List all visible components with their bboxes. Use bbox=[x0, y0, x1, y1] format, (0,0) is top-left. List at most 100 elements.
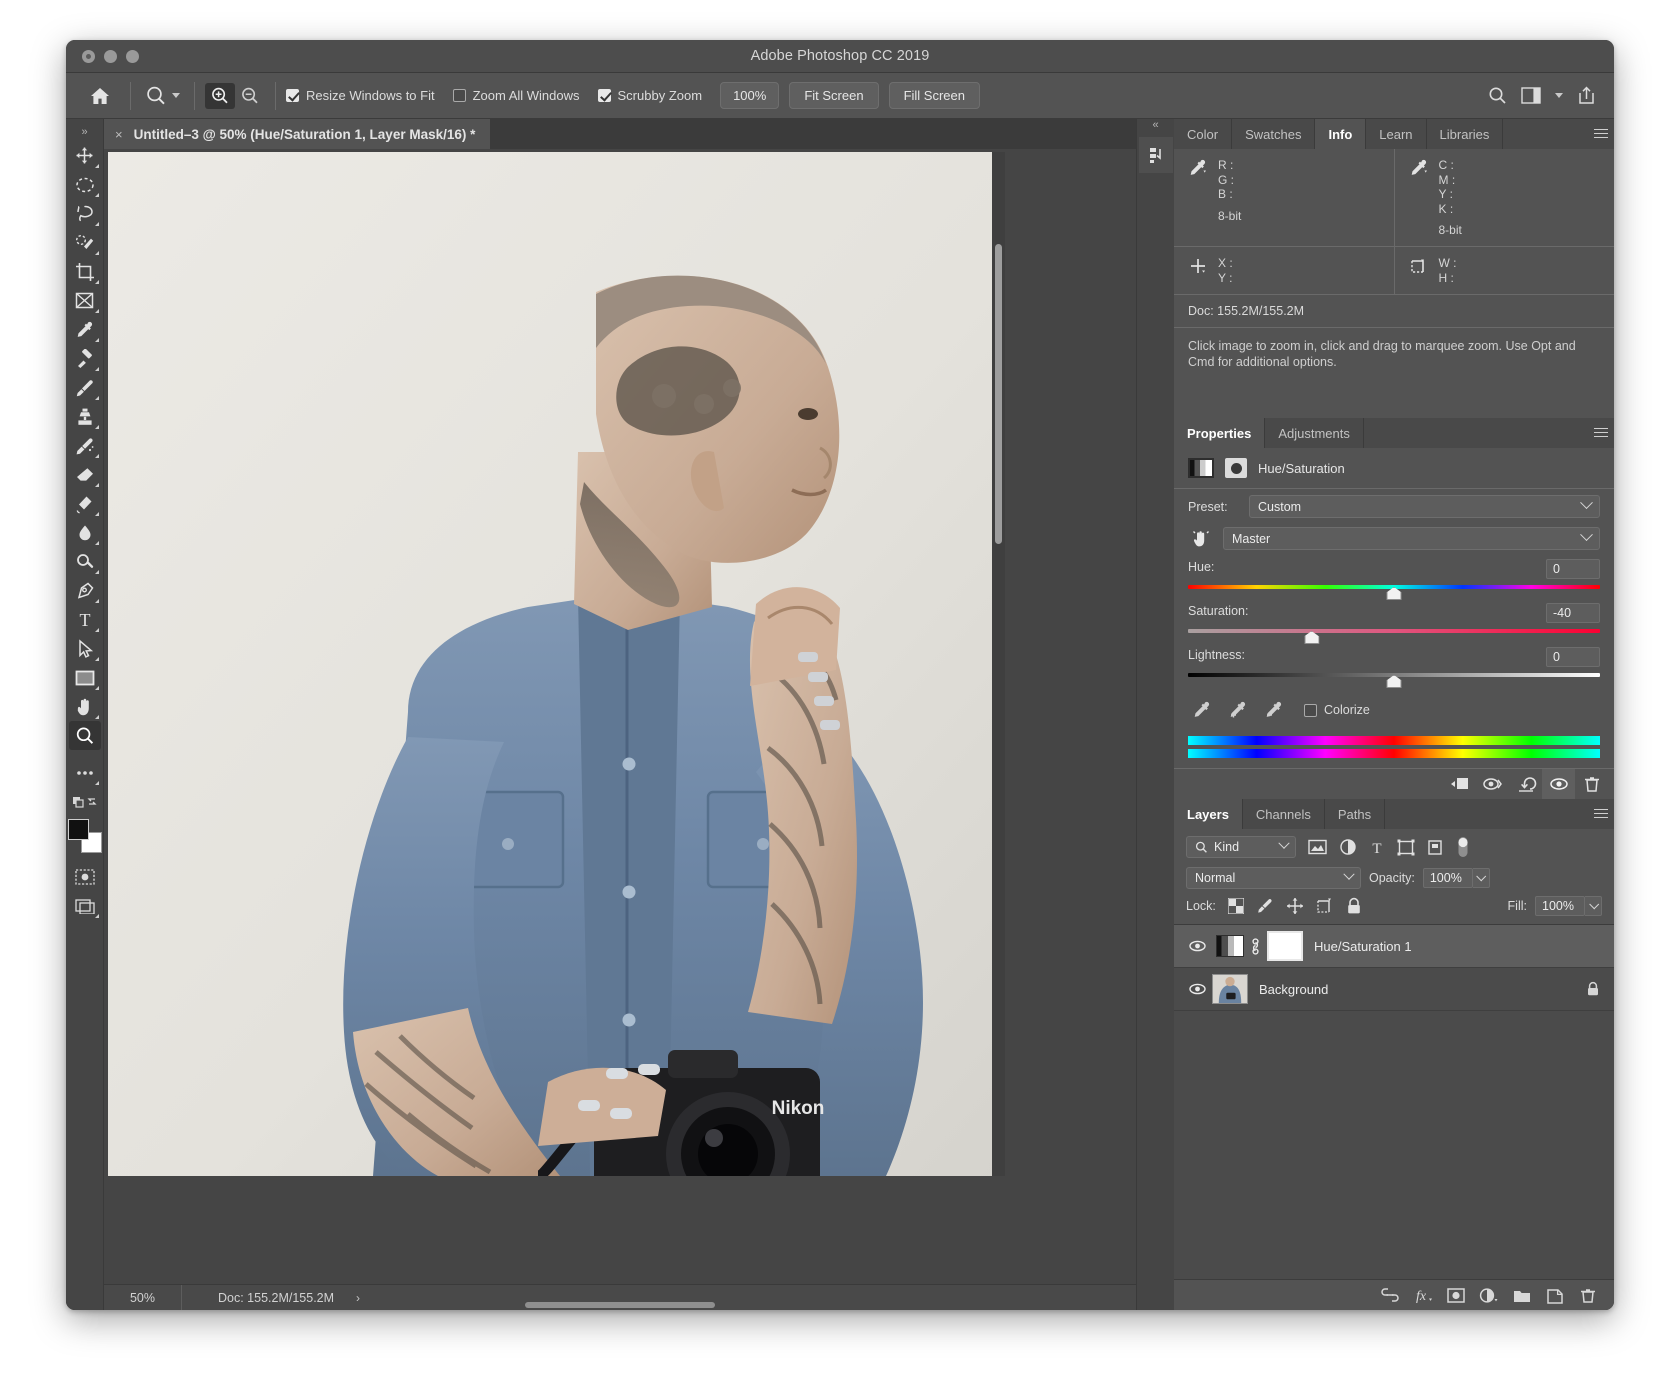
zoom-100-button[interactable]: 100% bbox=[720, 82, 780, 109]
status-expand-icon[interactable]: › bbox=[356, 1291, 360, 1305]
tool-expand-triangle[interactable] bbox=[94, 628, 99, 632]
clip-to-layer-icon[interactable] bbox=[1443, 769, 1476, 800]
default-colors-icon[interactable] bbox=[69, 787, 101, 816]
screen-mode-icon[interactable] bbox=[69, 891, 101, 920]
zoom-tool[interactable] bbox=[68, 721, 101, 750]
layer-visibility-toggle[interactable] bbox=[1182, 982, 1212, 996]
tool-expand-triangle[interactable] bbox=[94, 914, 99, 918]
canvas-vertical-scrollbar[interactable] bbox=[995, 244, 1002, 544]
active-tool-preset[interactable] bbox=[141, 85, 184, 107]
move-tool[interactable] bbox=[69, 141, 101, 170]
tool-expand-triangle[interactable] bbox=[94, 570, 99, 574]
tool-expand-triangle[interactable] bbox=[94, 715, 99, 719]
opacity-value-field[interactable]: 100% bbox=[1422, 868, 1473, 888]
quick-selection-tool[interactable] bbox=[69, 228, 101, 257]
elliptical-marquee-tool[interactable] bbox=[69, 170, 101, 199]
reset-icon[interactable] bbox=[1509, 769, 1542, 800]
layer-locked-icon[interactable] bbox=[1586, 981, 1600, 997]
lock-artboard-icon[interactable] bbox=[1316, 897, 1334, 915]
color-swatches[interactable] bbox=[67, 819, 102, 853]
colorize-checkbox[interactable]: Colorize bbox=[1304, 703, 1370, 717]
chevron-down-icon[interactable] bbox=[1580, 496, 1593, 510]
tab-swatches[interactable]: Swatches bbox=[1232, 119, 1316, 149]
fill-value-field[interactable]: 100% bbox=[1535, 896, 1585, 916]
targeted-adjustment-icon[interactable] bbox=[1188, 528, 1214, 550]
lock-position-icon[interactable] bbox=[1286, 897, 1304, 915]
toolbar-collapse-icon[interactable]: » bbox=[81, 123, 87, 141]
tool-expand-triangle[interactable] bbox=[94, 164, 99, 168]
background-thumbnail[interactable] bbox=[1212, 974, 1248, 1004]
clone-stamp-tool[interactable] bbox=[69, 402, 101, 431]
chevron-down-icon[interactable] bbox=[1555, 93, 1563, 98]
eyedropper-tool[interactable] bbox=[69, 315, 101, 344]
brush-tool[interactable] bbox=[69, 373, 101, 402]
tool-expand-triangle[interactable] bbox=[94, 686, 99, 690]
shape-filter-icon[interactable] bbox=[1397, 839, 1415, 856]
checkbox-box[interactable] bbox=[597, 89, 611, 102]
layer-mask-icon[interactable] bbox=[1225, 458, 1247, 478]
layers-panel-menu-icon[interactable] bbox=[1588, 799, 1614, 829]
checkbox-box[interactable] bbox=[286, 89, 299, 102]
eyedropper-icon[interactable] bbox=[1192, 700, 1212, 720]
zoom-in-icon[interactable] bbox=[205, 82, 235, 109]
checkbox-box[interactable] bbox=[452, 89, 466, 102]
pen-tool[interactable] bbox=[69, 576, 101, 605]
chevron-down-icon[interactable] bbox=[172, 93, 180, 98]
tab-learn[interactable]: Learn bbox=[1366, 119, 1427, 149]
table-row[interactable]: Hue/Saturation 1 bbox=[1174, 925, 1614, 968]
close-icon[interactable]: × bbox=[115, 127, 123, 142]
layer-thumbnails[interactable] bbox=[1212, 974, 1248, 1004]
tool-expand-triangle[interactable] bbox=[94, 222, 99, 226]
tool-expand-triangle[interactable] bbox=[94, 599, 99, 603]
share-icon[interactable] bbox=[1577, 86, 1596, 105]
canvas-horizontal-scrollbar[interactable] bbox=[525, 1302, 715, 1308]
adjustment-filter-icon[interactable] bbox=[1339, 838, 1357, 856]
tool-expand-triangle[interactable] bbox=[94, 251, 99, 255]
crop-tool[interactable] bbox=[69, 257, 101, 286]
lock-all-icon[interactable] bbox=[1346, 897, 1362, 915]
tab-info[interactable]: Info bbox=[1315, 119, 1367, 149]
filter-kind-select[interactable]: Kind bbox=[1186, 836, 1296, 858]
layer-name[interactable]: Hue/Saturation 1 bbox=[1314, 939, 1412, 954]
tool-expand-triangle[interactable] bbox=[94, 338, 99, 342]
view-previous-state-icon[interactable] bbox=[1476, 769, 1509, 800]
channel-select[interactable]: Master bbox=[1223, 527, 1600, 550]
tool-expand-triangle[interactable] bbox=[94, 309, 99, 313]
tab-adjustments[interactable]: Adjustments bbox=[1265, 418, 1364, 448]
saturation-slider[interactable] bbox=[1188, 627, 1600, 644]
layer-mask-thumbnail[interactable] bbox=[1267, 931, 1303, 961]
dock-collapse-icon[interactable]: « bbox=[1152, 119, 1158, 137]
delete-layer-icon[interactable] bbox=[1571, 1280, 1604, 1311]
lock-image-icon[interactable] bbox=[1256, 897, 1274, 915]
quick-mask-icon[interactable] bbox=[69, 862, 101, 891]
hand-tool[interactable] bbox=[69, 692, 101, 721]
eraser-tool[interactable] bbox=[69, 460, 101, 489]
saturation-value-field[interactable]: -40 bbox=[1546, 603, 1600, 623]
tab-color[interactable]: Color bbox=[1174, 119, 1233, 149]
fit-screen-button[interactable]: Fit Screen bbox=[789, 82, 879, 109]
new-layer-icon[interactable] bbox=[1538, 1280, 1571, 1311]
tool-expand-triangle[interactable] bbox=[94, 512, 99, 516]
chevron-down-icon[interactable] bbox=[1580, 528, 1593, 542]
checkbox-resize-windows-to-fit[interactable]: Resize Windows to Fit bbox=[286, 88, 435, 103]
lock-transparent-icon[interactable] bbox=[1227, 898, 1244, 914]
eyedropper-icon[interactable] bbox=[1188, 158, 1208, 237]
properties-panel-menu-icon[interactable] bbox=[1588, 418, 1614, 448]
layer-name[interactable]: Background bbox=[1259, 982, 1328, 997]
checkbox-box[interactable] bbox=[1304, 703, 1317, 717]
preset-select[interactable]: Custom bbox=[1249, 495, 1600, 518]
tab-paths[interactable]: Paths bbox=[1324, 799, 1386, 829]
home-icon[interactable] bbox=[80, 86, 120, 106]
tab-channels[interactable]: Channels bbox=[1242, 799, 1325, 829]
path-selection-tool[interactable] bbox=[69, 634, 101, 663]
document-tab[interactable]: × Untitled–3 @ 50% (Hue/Saturation 1, La… bbox=[104, 119, 492, 149]
eyedropper-minus-icon[interactable] bbox=[1264, 700, 1284, 720]
fill-screen-button[interactable]: Fill Screen bbox=[888, 82, 980, 109]
link-mask-icon[interactable] bbox=[1249, 937, 1262, 955]
chevron-down-icon[interactable] bbox=[1343, 868, 1355, 880]
tool-expand-triangle[interactable] bbox=[94, 193, 99, 197]
opacity-stepper[interactable] bbox=[1472, 868, 1490, 888]
healing-brush-tool[interactable] bbox=[69, 344, 101, 373]
hue-slider[interactable] bbox=[1188, 583, 1600, 600]
tool-expand-triangle[interactable] bbox=[94, 657, 99, 661]
